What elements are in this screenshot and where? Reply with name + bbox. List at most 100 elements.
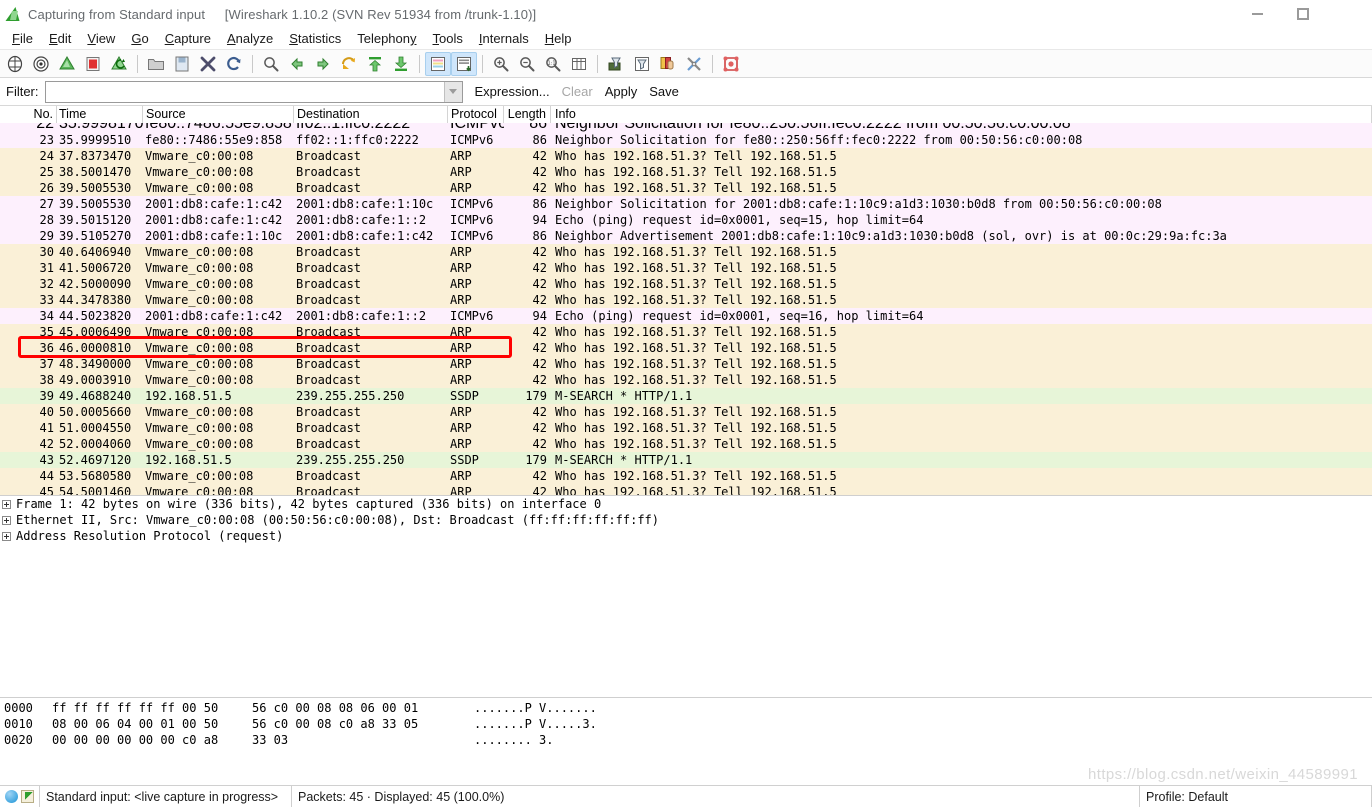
- table-row[interactable]: 34 44.5023820 2001:db8:cafe:1:c42 2001:db8:…: [0, 308, 1372, 324]
- expand-plus-icon[interactable]: [2, 499, 11, 509]
- menu-internals[interactable]: Internals: [471, 29, 537, 48]
- zoom-reset-icon[interactable]: 1:1: [540, 52, 566, 76]
- find-packet-icon[interactable]: [258, 52, 284, 76]
- cell-length: 42: [532, 357, 547, 371]
- filter-save-button[interactable]: Save: [649, 84, 679, 99]
- go-last-packet-icon[interactable]: [388, 52, 414, 76]
- menu-telephony[interactable]: Telephony: [349, 29, 424, 48]
- minimize-button[interactable]: [1234, 0, 1280, 28]
- table-row[interactable]: 26 39.5005530 Vmware_c0:00:08 Broadcast ARP 4…: [0, 180, 1372, 196]
- table-row[interactable]: 44 53.5680580 Vmware_c0:00:08 Broadcast ARP 4…: [0, 468, 1372, 484]
- menu-file[interactable]: File: [4, 29, 41, 48]
- column-header-source[interactable]: Source: [143, 106, 294, 123]
- table-row[interactable]: 42 52.0004060 Vmware_c0:00:08 Broadcast ARP 4…: [0, 436, 1372, 452]
- table-row[interactable]: 31 41.5006720 Vmware_c0:00:08 Broadcast ARP 4…: [0, 260, 1372, 276]
- table-row[interactable]: 37 48.3490000 Vmware_c0:00:08 Broadcast ARP 4…: [0, 356, 1372, 372]
- interfaces-icon[interactable]: [2, 52, 28, 76]
- cell-info: Echo (ping) request id=0x0001, seq=15, h…: [555, 213, 924, 227]
- hex-dump-row[interactable]: 0010 08 00 06 04 00 01 00 50 56 c0 00 08 c…: [0, 716, 1372, 732]
- table-row[interactable]: 23 35.9999510 fe80::7486:55e9:858 ff02::1:f…: [0, 132, 1372, 148]
- column-header-info[interactable]: Info: [551, 106, 1372, 123]
- table-row[interactable]: 30 40.6406940 Vmware_c0:00:08 Broadcast ARP 4…: [0, 244, 1372, 260]
- close-file-icon[interactable]: [195, 52, 221, 76]
- auto-scroll-live-capture-icon[interactable]: [451, 51, 477, 76]
- table-row[interactable]: 33 44.3478380 Vmware_c0:00:08 Broadcast ARP 4…: [0, 292, 1372, 308]
- capture-status-icon[interactable]: [5, 790, 18, 803]
- packet-list-pane[interactable]: No. Time Source Destination Protocol Len…: [0, 106, 1372, 496]
- display-filters-icon[interactable]: [629, 52, 655, 76]
- go-to-packet-icon[interactable]: [336, 52, 362, 76]
- table-row[interactable]: 29 39.5105270 2001:db8:cafe:1:10c 2001:db8:…: [0, 228, 1372, 244]
- menu-tools[interactable]: Tools: [425, 29, 471, 48]
- stop-capture-icon[interactable]: [80, 52, 106, 76]
- detail-tree-item[interactable]: Ethernet II, Src: Vmware_c0:00:08 (00:50…: [0, 512, 1372, 528]
- table-row[interactable]: 28 39.5015120 2001:db8:cafe:1:c42 2001:db8:…: [0, 212, 1372, 228]
- table-row[interactable]: 43 52.4697120 192.168.51.5 239.255.255.250 S…: [0, 452, 1372, 468]
- menu-analyze[interactable]: Analyze: [219, 29, 281, 48]
- table-row[interactable]: 39 49.4688240 192.168.51.5 239.255.255.250 S…: [0, 388, 1372, 404]
- filter-apply-button[interactable]: Apply: [605, 84, 638, 99]
- resize-columns-icon[interactable]: [566, 52, 592, 76]
- zoom-in-icon[interactable]: [488, 52, 514, 76]
- menu-go[interactable]: Go: [123, 29, 156, 48]
- table-row[interactable]: 41 51.0004550 Vmware_c0:00:08 Broadcast ARP 4…: [0, 420, 1372, 436]
- menu-edit[interactable]: Edit: [41, 29, 79, 48]
- menu-help[interactable]: Help: [537, 29, 580, 48]
- filter-history-dropdown-button[interactable]: [443, 81, 462, 102]
- column-header-no[interactable]: No.: [0, 106, 57, 123]
- menu-capture[interactable]: Capture: [157, 29, 219, 48]
- table-row[interactable]: 35 45.0006490 Vmware_c0:00:08 Broadcast ARP 4…: [0, 324, 1372, 340]
- preferences-icon[interactable]: [681, 52, 707, 76]
- filter-input[interactable]: [45, 81, 444, 102]
- capture-options-icon[interactable]: [28, 52, 54, 76]
- hex-dump-row[interactable]: 0000 ff ff ff ff ff ff 00 50 56 c0 00 08 0…: [0, 700, 1372, 716]
- menu-statistics[interactable]: Statistics: [281, 29, 349, 48]
- table-row[interactable]: 27 39.5005530 2001:db8:cafe:1:c42 2001:db8:…: [0, 196, 1372, 212]
- cell-time: 51.0004550: [59, 421, 132, 435]
- column-header-length[interactable]: Length: [504, 106, 551, 123]
- table-row[interactable]: 45 54.5001460 Vmware_c0:00:08 Broadcast ARP 4…: [0, 484, 1372, 496]
- hex-dump-row[interactable]: 0020 00 00 00 00 00 00 c0 a8 33 03........…: [0, 732, 1372, 748]
- expand-plus-icon[interactable]: [2, 531, 11, 541]
- table-row[interactable]: 22 35.9998170 fe80::7486:55e9:858 ff02::…: [0, 123, 1372, 132]
- filter-clear-button[interactable]: Clear: [562, 84, 593, 99]
- maximize-button[interactable]: [1280, 0, 1326, 28]
- go-first-packet-icon[interactable]: [362, 52, 388, 76]
- menu-view[interactable]: View: [79, 29, 123, 48]
- column-header-protocol[interactable]: Protocol: [448, 106, 504, 123]
- column-header-time[interactable]: Time: [57, 106, 143, 123]
- colorize-packet-list-icon[interactable]: [425, 51, 451, 76]
- packet-details-pane[interactable]: Frame 1: 42 bytes on wire (336 bits), 42…: [0, 496, 1372, 698]
- status-profile[interactable]: Profile: Default: [1140, 786, 1372, 807]
- table-row[interactable]: 40 50.0005660 Vmware_c0:00:08 Broadcast ARP 4…: [0, 404, 1372, 420]
- detail-tree-item[interactable]: Address Resolution Protocol (request): [0, 528, 1372, 544]
- table-row[interactable]: 38 49.0003910 Vmware_c0:00:08 Broadcast ARP 4…: [0, 372, 1372, 388]
- table-row[interactable]: 24 37.8373470 Vmware_c0:00:08 Broadcast ARP 4…: [0, 148, 1372, 164]
- packet-bytes-pane[interactable]: 0000 ff ff ff ff ff ff 00 50 56 c0 00 08 0…: [0, 698, 1372, 785]
- table-row[interactable]: 25 38.5001470 Vmware_c0:00:08 Broadcast ARP 4…: [0, 164, 1372, 180]
- restart-capture-icon[interactable]: [106, 52, 132, 76]
- expert-info-icon[interactable]: [21, 790, 34, 803]
- capture-filters-icon[interactable]: [603, 52, 629, 76]
- filter-input-wrap[interactable]: [44, 80, 463, 103]
- table-row[interactable]: 32 42.5000090 Vmware_c0:00:08 Broadcast ARP 4…: [0, 276, 1372, 292]
- detail-tree-item[interactable]: Frame 1: 42 bytes on wire (336 bits), 42…: [0, 496, 1372, 512]
- open-file-icon[interactable]: [143, 52, 169, 76]
- cell-protocol: ARP: [450, 149, 472, 163]
- cell-destination: Broadcast: [296, 485, 362, 496]
- close-button[interactable]: [1326, 0, 1372, 28]
- cell-protocol: ARP: [450, 261, 472, 275]
- cell-time: 39.5005530: [59, 197, 132, 211]
- column-header-destination[interactable]: Destination: [294, 106, 448, 123]
- go-forward-icon[interactable]: [310, 52, 336, 76]
- save-file-icon[interactable]: [169, 52, 195, 76]
- table-row[interactable]: 36 46.0000810 Vmware_c0:00:08 Broadcast ARP 4…: [0, 340, 1372, 356]
- help-contents-icon[interactable]: [718, 52, 744, 76]
- filter-expression-button[interactable]: Expression...: [475, 84, 550, 99]
- start-capture-icon[interactable]: [54, 52, 80, 76]
- coloring-rules-icon[interactable]: [655, 52, 681, 76]
- zoom-out-icon[interactable]: [514, 52, 540, 76]
- expand-plus-icon[interactable]: [2, 515, 11, 525]
- reload-file-icon[interactable]: [221, 52, 247, 76]
- go-back-icon[interactable]: [284, 52, 310, 76]
